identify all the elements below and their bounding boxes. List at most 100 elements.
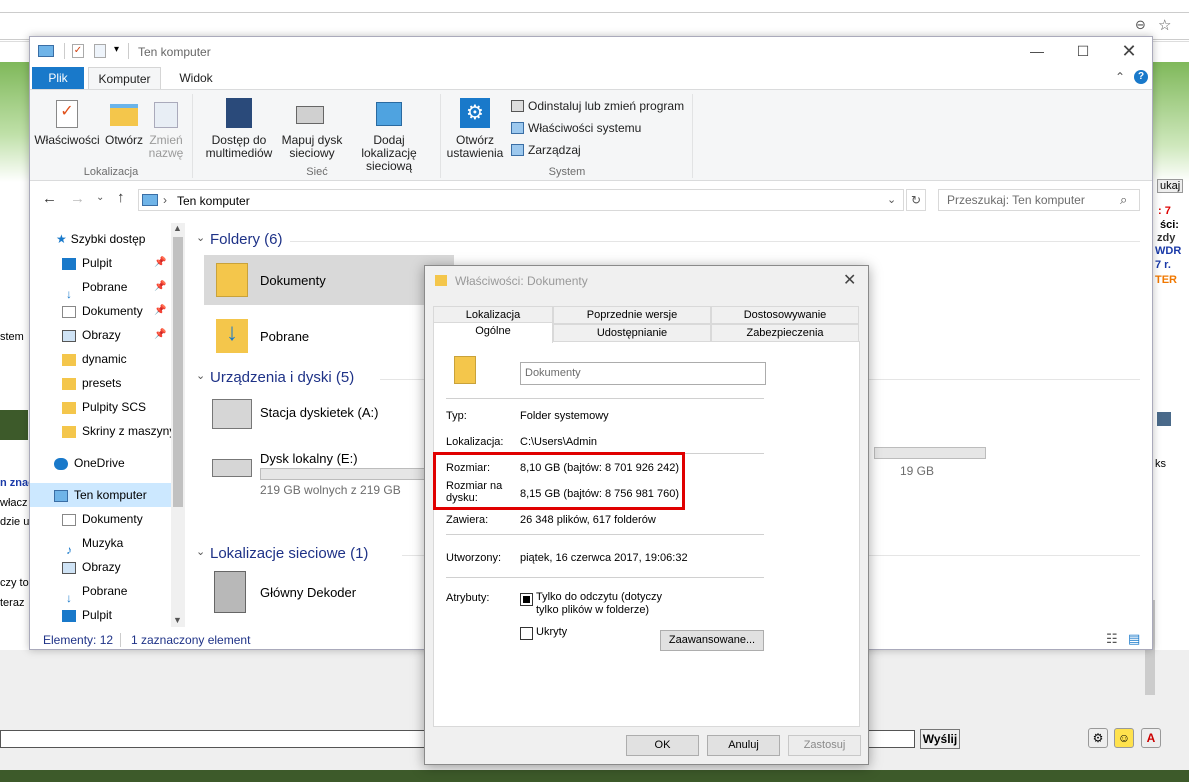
hidden-checkbox[interactable] <box>520 626 533 641</box>
tab-customize[interactable]: Dostosowywanie <box>711 306 859 324</box>
smiley-icon[interactable]: ☺ <box>1114 728 1134 748</box>
chevron-down-icon[interactable]: ▾ <box>114 44 119 55</box>
chevron-down-icon[interactable]: ⌄ <box>196 545 205 558</box>
section-folders[interactable]: Foldery (6) <box>210 231 283 248</box>
tab-sharing[interactable]: Udostępnianie <box>553 324 711 342</box>
nav-pc-pulpit[interactable]: Pulpit <box>30 603 112 627</box>
nav-pc-pobrane[interactable]: ↓ Pobrane <box>30 579 127 605</box>
scroll-up-icon[interactable]: ▲ <box>173 223 182 233</box>
page-fragment: TER <box>1155 274 1177 286</box>
folder-icon <box>435 275 447 286</box>
nav-item-obrazy[interactable]: Obrazy 📌 <box>30 323 170 347</box>
nav-pc-dokumenty[interactable]: Dokumenty <box>30 507 143 531</box>
cancel-button[interactable]: Anuluj <box>707 735 780 756</box>
system-properties-button[interactable]: Właściwości systemu <box>528 121 641 135</box>
star-icon[interactable]: ☆ <box>1158 16 1171 34</box>
nav-pc-obrazy[interactable]: Obrazy <box>30 555 121 579</box>
disk-usage-bar <box>260 468 450 480</box>
nav-item-pulpity-scs[interactable]: Pulpity SCS <box>30 395 146 419</box>
media-access-button[interactable]: Dostęp do multimediów <box>196 134 282 160</box>
media-access-icon <box>226 98 252 128</box>
minimize-button[interactable]: — <box>1014 37 1060 67</box>
tab-view[interactable]: Widok <box>166 67 226 89</box>
section-network[interactable]: Lokalizacje sieciowe (1) <box>210 545 368 562</box>
section-devices[interactable]: Urządzenia i dyski (5) <box>210 369 354 386</box>
pin-icon[interactable]: 📌 <box>154 275 166 299</box>
nav-scrollbar-thumb[interactable] <box>173 237 183 507</box>
computer-icon <box>54 489 68 502</box>
search-input[interactable]: Przeszukaj: Ten komputer <box>938 189 1140 211</box>
new-folder-quick-icon[interactable] <box>94 44 106 58</box>
folder-item-pobrane[interactable]: ↓ Pobrane <box>204 311 454 361</box>
close-icon[interactable]: ✕ <box>843 270 856 290</box>
pin-icon[interactable]: 📌 <box>154 299 166 323</box>
help-icon[interactable]: ? <box>1134 70 1148 84</box>
nav-item-pulpit[interactable]: Pulpit 📌 <box>30 251 170 275</box>
maximize-button[interactable]: ☐ <box>1060 37 1106 67</box>
tiles-view-icon[interactable]: ▤ <box>1128 631 1140 647</box>
advanced-button[interactable]: Zaawansowane... <box>660 630 764 651</box>
ok-button[interactable]: OK <box>626 735 699 756</box>
created-value: piątek, 16 czerwca 2017, 19:06:32 <box>520 552 688 564</box>
manage-button[interactable]: Zarządzaj <box>528 143 581 157</box>
back-icon[interactable]: ← <box>42 190 57 207</box>
chevron-down-icon[interactable]: ⌄ <box>196 231 205 244</box>
collapse-ribbon-icon[interactable]: ⌃ <box>1115 70 1125 84</box>
chevron-down-icon[interactable]: ⌄ <box>96 192 104 203</box>
details-view-icon[interactable]: ☷ <box>1106 631 1118 647</box>
zoom-icon[interactable]: ⊖ <box>1135 17 1146 33</box>
send-button[interactable]: Wyślij <box>920 729 960 749</box>
collapse-icon[interactable] <box>1157 412 1171 426</box>
page-right-banner <box>1150 62 1189 182</box>
readonly-checkbox[interactable] <box>520 592 533 607</box>
nav-quick-access[interactable]: ★ Szybki dostęp <box>30 227 145 251</box>
font-color-icon[interactable]: A <box>1141 728 1161 748</box>
chevron-right-icon[interactable]: › <box>163 193 167 207</box>
highlight-box <box>433 452 685 510</box>
page-fragment[interactable]: ukaj <box>1157 179 1184 193</box>
pin-icon[interactable]: 📌 <box>154 251 166 275</box>
cloud-icon <box>54 457 68 470</box>
properties-quick-icon[interactable]: ✓ <box>72 44 84 58</box>
window-title: Ten komputer <box>138 45 211 59</box>
pin-icon[interactable]: 📌 <box>154 323 166 347</box>
nav-item-pobrane[interactable]: ↓ Pobrane 📌 <box>30 275 170 301</box>
attributes-label: Atrybuty: <box>446 592 490 604</box>
nav-item-presets[interactable]: presets <box>30 371 121 395</box>
refresh-icon[interactable]: ↻ <box>906 189 926 211</box>
map-drive-button[interactable]: Mapuj dysk sieciowy <box>276 134 348 160</box>
nav-onedrive[interactable]: OneDrive <box>30 451 125 475</box>
chevron-down-icon[interactable]: ⌄ <box>196 369 205 382</box>
checkbox-unchecked[interactable] <box>520 627 533 641</box>
rename-button[interactable]: Zmień nazwę <box>146 134 186 160</box>
tab-computer[interactable]: Komputer <box>88 67 161 89</box>
search-icon[interactable]: ⌕ <box>1120 192 1127 208</box>
close-button[interactable]: ✕ <box>1106 37 1152 67</box>
properties-button[interactable]: Właściwości <box>32 134 102 147</box>
tab-file[interactable]: Plik <box>32 67 84 89</box>
open-button[interactable]: Otwórz <box>102 134 146 147</box>
folder-name-field[interactable]: Dokumenty <box>520 362 766 385</box>
nav-item-dynamic[interactable]: dynamic <box>30 347 127 371</box>
chevron-down-icon[interactable]: ⌄ <box>887 193 896 206</box>
nav-item-dokumenty[interactable]: Dokumenty 📌 <box>30 299 170 323</box>
star-icon: ★ <box>56 232 67 246</box>
settings-icon[interactable]: ⚙ <box>1088 728 1108 748</box>
checkbox-indeterminate[interactable] <box>520 593 533 607</box>
group-label-network: Sieć <box>306 166 328 178</box>
forward-icon[interactable]: → <box>70 190 85 207</box>
nav-pc-muzyka[interactable]: ♪ Muzyka <box>30 531 123 557</box>
uninstall-program-button[interactable]: Odinstaluj lub zmień program <box>528 99 684 113</box>
tab-previous-versions[interactable]: Poprzednie wersje <box>553 306 711 324</box>
open-settings-button[interactable]: Otwórz ustawienia <box>444 134 506 160</box>
nav-item-skriny[interactable]: Skriny z maszyny <box>30 419 171 443</box>
apply-button[interactable]: Zastosuj <box>788 735 861 756</box>
tab-general[interactable]: Ogólne <box>433 322 553 343</box>
address-field[interactable]: › Ten komputer ⌄ <box>138 189 904 211</box>
folder-item-dokumenty[interactable]: Dokumenty <box>204 255 454 305</box>
tab-security[interactable]: Zabezpieczenia <box>711 324 859 342</box>
nav-this-pc[interactable]: Ten komputer <box>30 483 171 507</box>
type-label: Typ: <box>446 410 467 422</box>
up-icon[interactable]: ↑ <box>117 189 125 206</box>
scroll-down-icon[interactable]: ▼ <box>173 615 182 625</box>
